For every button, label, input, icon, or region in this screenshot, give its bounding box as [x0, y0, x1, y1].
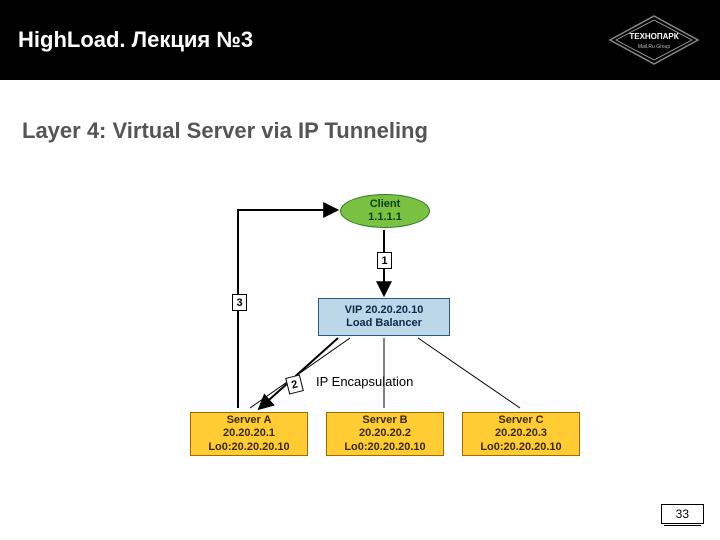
server-b-name: Server B	[362, 414, 407, 427]
server-b-lo: Lo0:20.20.20.10	[344, 441, 425, 454]
slide-title: HighLoad. Лекция №3	[18, 27, 253, 53]
server-b-ip: 20.20.20.2	[359, 427, 411, 440]
server-a-lo: Lo0:20.20.20.10	[208, 441, 289, 454]
network-diagram: Client 1.1.1.1 VIP 20.20.20.10 Load Bala…	[170, 190, 620, 490]
server-c-ip: 20.20.20.3	[495, 427, 547, 440]
server-a-ip: 20.20.20.1	[223, 427, 275, 440]
slide-subtitle: Layer 4: Virtual Server via IP Tunneling	[22, 118, 720, 144]
server-c-lo: Lo0:20.20.20.10	[480, 441, 561, 454]
vip-role: Load Balancer	[346, 317, 422, 330]
step-3-marker: 3	[232, 294, 247, 311]
slide-header: HighLoad. Лекция №3 ТЕХНОПАРК Mail.Ru Gr…	[0, 0, 720, 80]
page-number: 33	[661, 504, 704, 524]
logo-text-top: ТЕХНОПАРК	[629, 32, 678, 41]
server-b-node: Server B 20.20.20.2 Lo0:20.20.20.10	[326, 412, 444, 456]
client-ip: 1.1.1.1	[368, 211, 402, 224]
technopark-logo: ТЕХНОПАРК Mail.Ru Group	[606, 14, 702, 66]
vip-label: VIP 20.20.20.10	[345, 304, 424, 317]
server-a-node: Server A 20.20.20.1 Lo0:20.20.20.10	[190, 412, 308, 456]
server-c-name: Server C	[498, 414, 543, 427]
server-c-node: Server C 20.20.20.3 Lo0:20.20.20.10	[462, 412, 580, 456]
vip-node: VIP 20.20.20.10 Load Balancer	[318, 298, 450, 336]
server-a-name: Server A	[227, 414, 272, 427]
step-1-marker: 1	[377, 252, 392, 269]
logo-text-sub: Mail.Ru Group	[638, 44, 670, 50]
ip-encapsulation-label: IP Encapsulation	[316, 374, 413, 389]
client-name: Client	[370, 198, 401, 211]
client-node: Client 1.1.1.1	[340, 194, 430, 228]
